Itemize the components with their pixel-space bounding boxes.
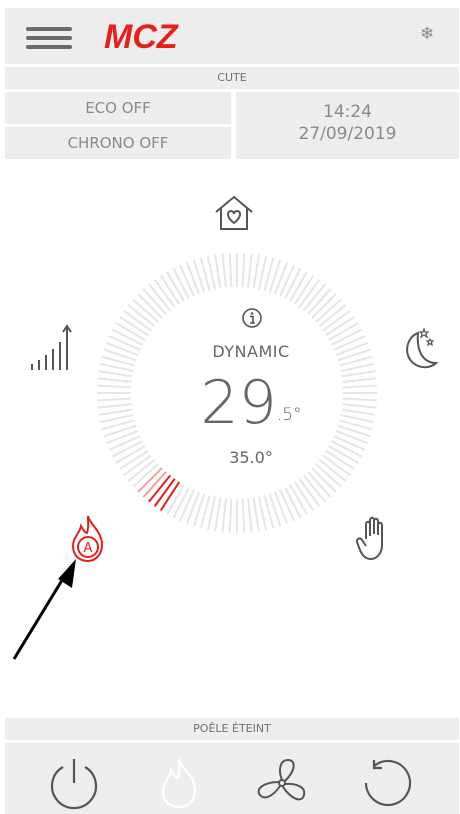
ring-tick bbox=[111, 328, 144, 346]
ring-tick bbox=[247, 253, 253, 288]
power-icon[interactable] bbox=[46, 755, 102, 811]
ring-tick bbox=[340, 414, 375, 424]
moon-stars-icon[interactable] bbox=[394, 325, 442, 375]
ring-tick bbox=[284, 267, 302, 300]
ring-tick bbox=[105, 341, 139, 356]
ring-tick bbox=[214, 254, 222, 289]
temperature-integer: 29 bbox=[200, 368, 277, 438]
ring-tick bbox=[247, 498, 253, 533]
ring-tick bbox=[185, 491, 200, 525]
annotation-arrow bbox=[12, 559, 76, 660]
ring-tick bbox=[333, 435, 366, 451]
info-icon[interactable] bbox=[241, 307, 263, 329]
svg-text:A: A bbox=[84, 541, 93, 556]
ring-tick bbox=[335, 430, 369, 445]
ring-tick bbox=[258, 255, 268, 290]
ring-tick bbox=[340, 362, 375, 372]
ring-tick bbox=[241, 498, 246, 533]
ring-tick bbox=[179, 489, 195, 522]
ring-tick bbox=[206, 496, 216, 531]
ring-tick bbox=[97, 397, 132, 402]
ring-tick bbox=[341, 408, 376, 416]
ring-tick bbox=[252, 497, 260, 532]
setpoint-temperature: 35.0° bbox=[229, 448, 273, 467]
ring-tick bbox=[279, 264, 295, 297]
mode-label: DYNAMIC bbox=[212, 342, 290, 361]
stove-status: POÊLE ÉTEINT bbox=[5, 718, 459, 740]
temperature-decimal: .5° bbox=[276, 405, 302, 425]
ring-tick bbox=[214, 497, 222, 532]
flame-icon[interactable] bbox=[155, 755, 205, 811]
ring-tick bbox=[97, 403, 132, 409]
ring-tick bbox=[274, 261, 289, 295]
ring-tick bbox=[279, 489, 295, 522]
ring-tick bbox=[172, 486, 190, 519]
ring-tick bbox=[342, 377, 377, 383]
ring-tick bbox=[228, 498, 233, 533]
ring-tick bbox=[108, 435, 141, 451]
ring-tick bbox=[172, 267, 190, 300]
ring-tick bbox=[97, 384, 132, 389]
ring-tick bbox=[206, 255, 216, 290]
ring-tick bbox=[98, 370, 133, 378]
ring-tick bbox=[333, 335, 366, 351]
ring-tick bbox=[330, 328, 363, 346]
hand-icon[interactable] bbox=[355, 515, 393, 565]
ring-tick bbox=[274, 491, 289, 525]
ring-tick bbox=[335, 341, 369, 356]
ring-tick bbox=[252, 254, 260, 289]
ring-tick bbox=[341, 370, 376, 378]
ring-tick bbox=[228, 253, 233, 288]
ring-tick bbox=[221, 253, 227, 288]
ring-tick bbox=[330, 440, 363, 458]
ring-tick bbox=[99, 362, 134, 372]
ring-tick bbox=[342, 403, 377, 409]
ring-tick bbox=[97, 377, 132, 383]
current-temperature: 29.5° bbox=[176, 368, 326, 438]
ring-tick bbox=[98, 408, 133, 416]
ring-tick bbox=[108, 335, 141, 351]
ring-tick bbox=[111, 440, 144, 458]
ring-tick bbox=[342, 384, 377, 389]
fan-icon[interactable] bbox=[254, 756, 310, 810]
reset-icon[interactable] bbox=[360, 756, 414, 810]
ring-tick bbox=[221, 498, 227, 533]
ring-tick bbox=[179, 264, 195, 297]
ring-tick bbox=[284, 486, 302, 519]
ring-tick bbox=[241, 253, 246, 288]
ring-tick bbox=[258, 496, 268, 531]
ring-tick bbox=[342, 397, 377, 402]
ring-tick bbox=[99, 414, 134, 424]
power-level-icon[interactable] bbox=[28, 322, 74, 372]
ring-tick bbox=[185, 261, 200, 295]
ring-tick bbox=[105, 430, 139, 445]
